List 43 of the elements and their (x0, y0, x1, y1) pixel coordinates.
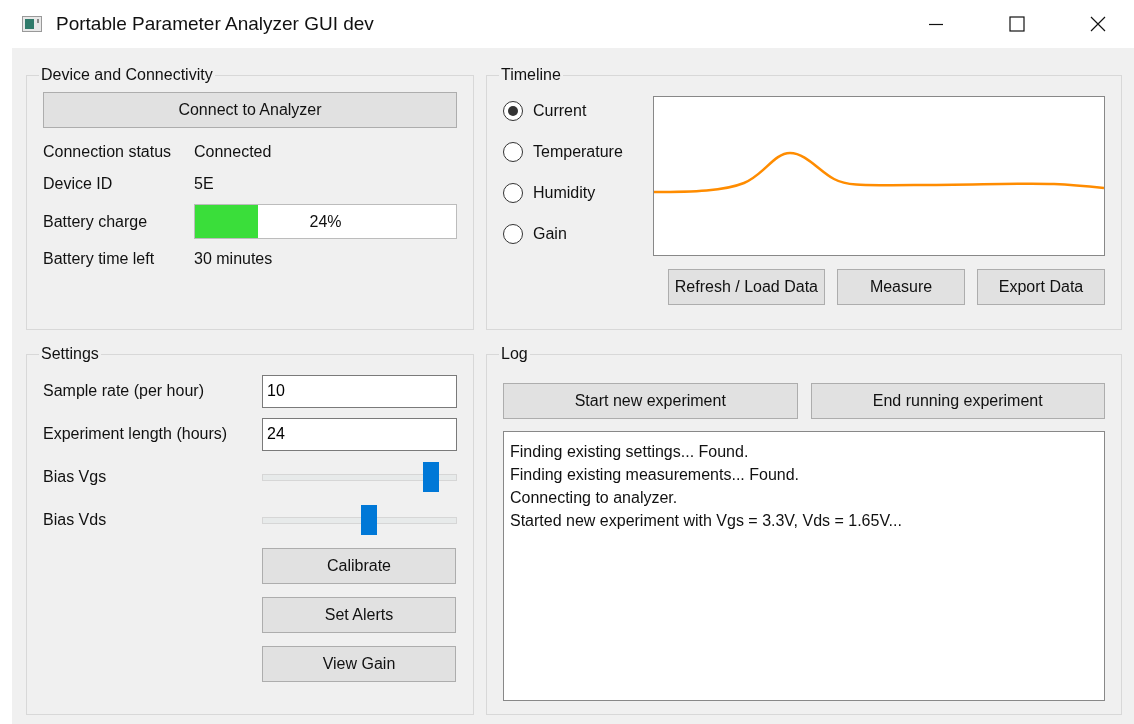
connect-button[interactable]: Connect to Analyzer (43, 92, 457, 128)
group-title: Log (500, 345, 529, 363)
group-title: Settings (40, 345, 100, 363)
settings-button[interactable]: Calibrate (262, 548, 456, 584)
group-title: Timeline (500, 66, 562, 84)
field-label: Bias Vds (43, 511, 108, 529)
slider-thumb[interactable] (360, 505, 377, 535)
battery-reading: 24% (309, 212, 342, 231)
radio-option[interactable]: Current (503, 98, 639, 124)
log-line: Started new experiment with Vgs = 3.3V, Vds = 1.65V... (510, 511, 903, 531)
input-field[interactable]: 10 (262, 374, 457, 408)
field-label: Device ID (43, 175, 114, 193)
field-label: Connection status (43, 143, 173, 161)
field-label: Battery charge (43, 212, 149, 231)
timeline-button[interactable]: Measure (837, 269, 965, 305)
timeline-button[interactable]: Export Data (977, 269, 1105, 305)
field-value: 5E (194, 175, 214, 193)
app-icon (22, 16, 42, 32)
field-label: Experiment length (hours) (43, 425, 229, 443)
slider[interactable] (262, 505, 457, 535)
settings-button[interactable]: Set Alerts (262, 597, 456, 633)
log-button[interactable]: Start new experiment (503, 383, 798, 419)
log-button[interactable]: End running experiment (810, 383, 1105, 419)
window-title: Portable Parameter Analyzer GUI dev (56, 13, 374, 35)
input-field[interactable]: 24 (262, 417, 457, 451)
field-label: Sample rate (per hour) (43, 382, 205, 400)
log-line: Finding existing measurements... Found. (510, 465, 801, 485)
settings-button[interactable]: View Gain (262, 646, 456, 682)
field-label: Battery time left (43, 250, 156, 268)
radio-option[interactable]: Temperature (503, 139, 639, 165)
field-label: Bias Vgs (43, 468, 108, 486)
radio-option[interactable]: Humidity (503, 180, 639, 206)
slider-thumb[interactable] (423, 462, 440, 492)
field-value: 30 minutes (194, 250, 273, 268)
close-icon[interactable] (1090, 16, 1106, 32)
field-value: Connected (194, 143, 272, 161)
group-title: Device and Connectivity (40, 66, 214, 84)
timeline-button[interactable]: Refresh / Load Data (667, 269, 825, 305)
log-line: Connecting to analyzer. (510, 488, 679, 508)
maximize-icon[interactable] (1009, 16, 1025, 32)
log-line: Finding existing settings... Found. (510, 442, 750, 462)
slider[interactable] (262, 462, 457, 492)
radio-option[interactable]: Gain (503, 221, 639, 247)
